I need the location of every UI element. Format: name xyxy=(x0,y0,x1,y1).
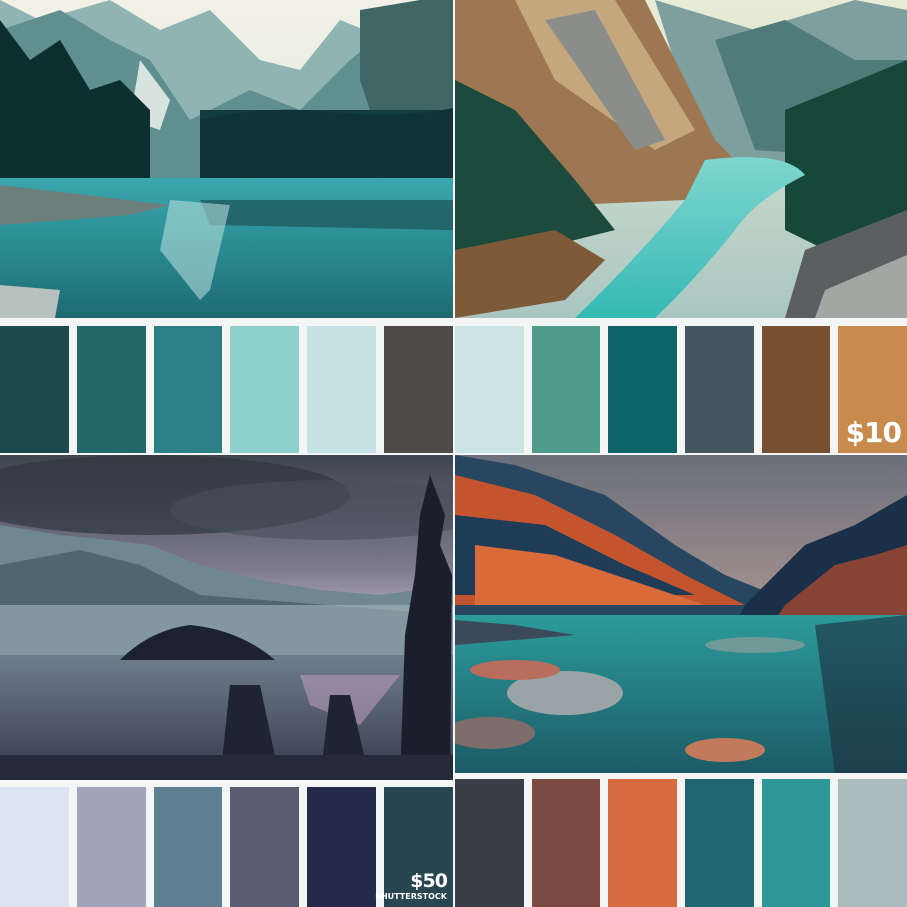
color-swatch[interactable] xyxy=(76,787,146,907)
price-value: $50 xyxy=(410,870,448,892)
color-swatch[interactable] xyxy=(455,779,524,907)
color-swatch[interactable] xyxy=(531,779,601,907)
price-label: $10 xyxy=(845,416,902,449)
red-rock-pool-image xyxy=(455,455,907,773)
palette-row-mountain-lake xyxy=(0,326,453,453)
color-swatch[interactable]: $10 xyxy=(838,326,907,453)
color-swatch[interactable] xyxy=(153,787,223,907)
color-swatch[interactable] xyxy=(230,326,300,453)
color-swatch[interactable] xyxy=(307,787,377,907)
mountain-lake-image xyxy=(0,0,453,318)
price-caption: SHUTTERSTOCK xyxy=(375,892,447,901)
color-swatch[interactable] xyxy=(307,326,377,453)
color-swatch[interactable] xyxy=(531,326,601,453)
photo-mountain-lake xyxy=(0,0,453,318)
color-swatch[interactable] xyxy=(384,326,453,453)
color-swatch[interactable] xyxy=(0,326,69,453)
photo-misty-lake xyxy=(0,455,453,780)
color-swatch[interactable] xyxy=(761,326,831,453)
color-swatch[interactable]: $50 SHUTTERSTOCK xyxy=(375,787,453,907)
color-swatch[interactable] xyxy=(455,326,524,453)
color-swatch[interactable] xyxy=(608,779,678,907)
color-swatch[interactable] xyxy=(608,326,678,453)
color-swatch[interactable] xyxy=(761,779,831,907)
palette-row-misty-lake: $50 SHUTTERSTOCK xyxy=(0,787,453,907)
color-swatch[interactable] xyxy=(0,787,69,907)
color-swatch[interactable] xyxy=(230,787,300,907)
misty-lake-image xyxy=(0,455,453,780)
palette-row-canyon-river: $10 xyxy=(455,326,907,453)
color-swatch[interactable] xyxy=(685,779,754,907)
color-swatch[interactable] xyxy=(76,326,146,453)
color-swatch[interactable] xyxy=(685,326,754,453)
photo-red-rock-pool xyxy=(455,455,907,773)
palette-row-red-rock-pool xyxy=(455,779,907,907)
price-label: $50 SHUTTERSTOCK xyxy=(375,870,448,901)
palette-board: $10 $50 SHUTTERSTOCK xyxy=(0,0,907,907)
canyon-river-image xyxy=(455,0,907,318)
color-swatch[interactable] xyxy=(153,326,223,453)
color-swatch[interactable] xyxy=(838,779,907,907)
photo-canyon-river xyxy=(455,0,907,318)
